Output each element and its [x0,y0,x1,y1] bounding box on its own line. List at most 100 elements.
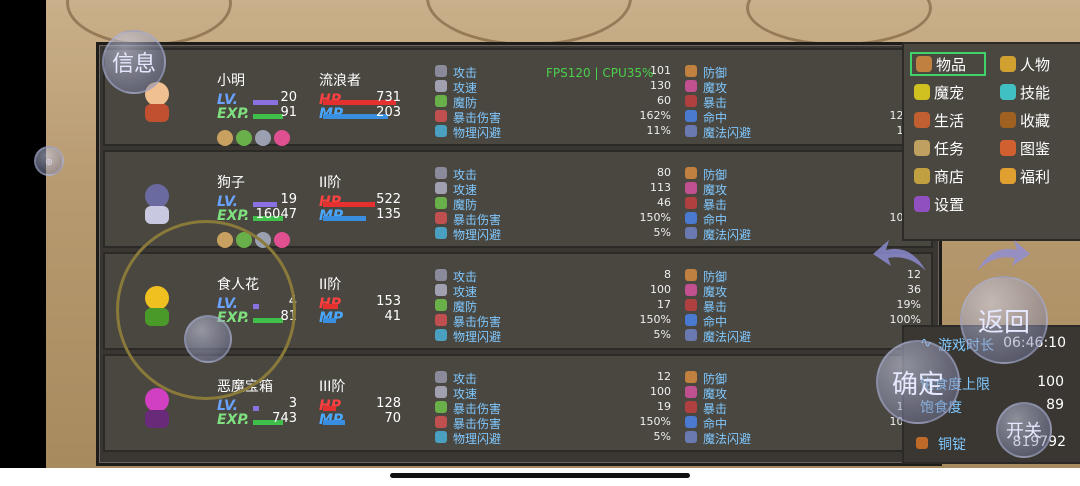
stat-icon [435,269,447,281]
hp-value: 522 [376,192,401,207]
menu-item[interactable]: 福利 [996,164,1072,188]
stat-icon [435,80,447,92]
floating-assist-icon[interactable]: ◎ [34,146,64,176]
face-icon[interactable] [217,130,233,146]
stat-icon [435,284,447,296]
stat-label: 物理闪避 [453,432,502,446]
stat-value: 100 [650,283,671,296]
toggle-button[interactable]: 开关 [996,402,1052,458]
stat-icon [435,167,447,179]
stat-value: 150% [639,313,671,326]
hp-bar [323,304,338,309]
copper-label: 铜锭 [938,437,966,453]
menu-item[interactable]: 任务 [910,136,986,160]
menu-item-label: 图鉴 [1020,139,1051,158]
menu-item[interactable]: 人物 [996,52,1072,76]
main-menu-panel: 物品 人物魔宠 技能 生活 收藏 任务 图鉴商店 福利设置 [902,42,1080,241]
menu-item[interactable]: 生活 [910,108,986,132]
mp-value: 203 [376,105,401,120]
stat-icon [435,110,447,122]
menu-item-label: 福利 [1020,167,1051,186]
hp-value: 153 [376,294,401,309]
virtual-joystick[interactable] [116,220,296,400]
copper-ingot-icon [916,437,928,449]
exp-value: 16047 [255,207,297,222]
stat-icon [685,284,697,296]
stat-value: 130 [650,79,671,92]
attack-icon[interactable] [255,130,271,146]
heart-icon[interactable] [274,232,290,248]
stat-value: 100 [650,385,671,398]
stat-label: 魔法闪避 [703,126,752,140]
menu-item-icon [1000,84,1016,100]
stat-icon [435,182,447,194]
stat-icon [685,329,697,341]
stat-label: 魔法闪避 [703,228,752,242]
stat-icon [685,416,697,428]
character-name: 狗子 [217,175,245,191]
menu-item[interactable]: 技能 [996,80,1072,104]
left-arrow-icon[interactable] [871,236,931,276]
stat-icon [685,65,697,77]
stat-icon [685,431,697,443]
menu-item-icon [914,168,930,184]
menu-item[interactable]: 商店 [910,164,986,188]
character-name: 小明 [217,73,245,89]
menu-item-icon [914,140,930,156]
stat-icon [435,314,447,326]
menu-item[interactable]: 物品 [910,52,986,76]
stat-icon [435,197,447,209]
menu-item-icon [1000,112,1016,128]
stat-value: 11% [646,124,671,137]
hp-value: 128 [376,396,401,411]
menu-item[interactable]: 收藏 [996,108,1072,132]
stat-icon [685,314,697,326]
joystick-knob[interactable] [184,315,232,363]
stat-icon [685,125,697,137]
stat-icon [435,371,447,383]
menu-item[interactable]: 图鉴 [996,136,1072,160]
stat-value: 46 [657,196,671,209]
mp-value: 41 [384,309,401,324]
mp-bar [323,318,336,323]
heal-icon[interactable] [236,130,252,146]
stat-icon [435,125,447,137]
stat-value: 150% [639,415,671,428]
stat-icon [435,386,447,398]
right-arrow-icon[interactable] [972,236,1032,276]
equipment-slots [217,130,290,146]
menu-item[interactable]: 魔宠 [910,80,986,104]
menu-item[interactable]: 设置 [910,192,986,216]
stat-icon [435,212,447,224]
stat-icon [685,167,697,179]
menu-item-icon [1000,140,1016,156]
menu-item-label: 商店 [934,167,965,186]
info-button[interactable]: 信息 [102,30,166,94]
cpu-value: CPU35% [602,66,654,80]
heart-icon[interactable] [274,130,290,146]
stat-value: 60 [657,94,671,107]
stat-label: 物理闪避 [453,330,502,344]
confirm-button[interactable]: 确定 [876,340,960,424]
stat-label: 物理闪避 [453,228,502,242]
menu-item-icon [1000,168,1016,184]
menu-item-label: 魔宠 [934,83,965,102]
stat-icon [685,197,697,209]
lv-value: 19 [280,192,297,207]
mp-value: 135 [376,207,401,222]
stat-icon [435,95,447,107]
stat-icon [685,269,697,281]
home-indicator[interactable] [390,473,690,478]
character-row[interactable]: 小明流浪者LV.EXP.HPMP2091731203 攻击101防御69攻速13… [103,48,933,146]
menu-item-icon [914,112,930,128]
hp-value: 731 [376,90,401,105]
menu-item-label: 物品 [936,55,967,74]
back-button[interactable]: 返回 [960,276,1048,364]
stat-icon [685,80,697,92]
stat-icon [435,431,447,443]
fps-value: FPS120 [546,66,591,80]
stat-label: 魔法闪避 [703,330,752,344]
stat-icon [685,227,697,239]
hp-bar [323,406,336,411]
stat-value: 19% [896,298,921,311]
